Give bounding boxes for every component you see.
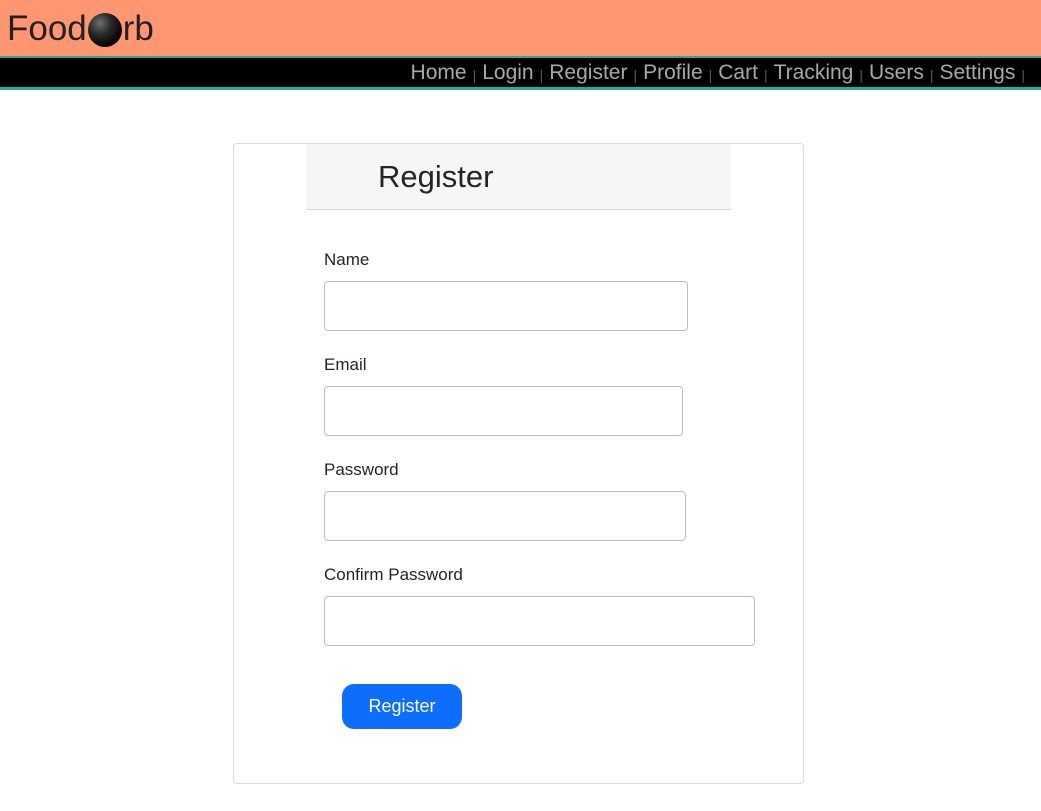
nav-separator: | xyxy=(472,67,477,83)
nav-links: Home | Login | Register | Profile | Cart… xyxy=(411,61,1031,85)
brand-header: Food rb xyxy=(0,0,1041,56)
confirm-password-field[interactable] xyxy=(324,596,755,646)
email-label: Email xyxy=(324,355,367,374)
name-field[interactable] xyxy=(324,281,688,331)
nav-link-cart[interactable]: Cart xyxy=(718,61,758,85)
nav-link-users[interactable]: Users xyxy=(869,61,924,85)
password-label: Password xyxy=(324,460,399,479)
register-button[interactable]: Register xyxy=(342,684,462,729)
nav-link-tracking[interactable]: Tracking xyxy=(774,61,854,85)
password-field[interactable] xyxy=(324,491,686,541)
nav-link-profile[interactable]: Profile xyxy=(643,61,703,85)
app-logo[interactable]: Food rb xyxy=(7,9,154,49)
orb-icon xyxy=(87,13,122,47)
nav-link-register[interactable]: Register xyxy=(549,61,627,85)
email-field[interactable] xyxy=(324,386,683,436)
main-nav: Home | Login | Register | Profile | Cart… xyxy=(0,56,1041,90)
nav-link-home[interactable]: Home xyxy=(411,61,467,85)
nav-separator: | xyxy=(929,67,934,83)
nav-separator: | xyxy=(859,67,863,83)
nav-link-settings[interactable]: Settings xyxy=(939,61,1015,85)
nav-separator: | xyxy=(708,67,713,83)
logo-text-prefix: Food xyxy=(7,9,87,48)
nav-separator: | xyxy=(539,67,544,83)
page-title: Register xyxy=(378,159,494,194)
nav-separator: | xyxy=(763,67,768,83)
nav-separator: | xyxy=(633,67,638,83)
nav-separator: | xyxy=(1021,67,1025,83)
logo-text-suffix: rb xyxy=(122,9,154,48)
confirm-password-label: Confirm Password xyxy=(324,565,463,584)
name-label: Name xyxy=(324,250,370,269)
nav-link-login[interactable]: Login xyxy=(482,61,533,85)
register-card: Register Name Email Password Confirm Pas… xyxy=(233,143,804,784)
card-header: Register xyxy=(306,144,731,210)
